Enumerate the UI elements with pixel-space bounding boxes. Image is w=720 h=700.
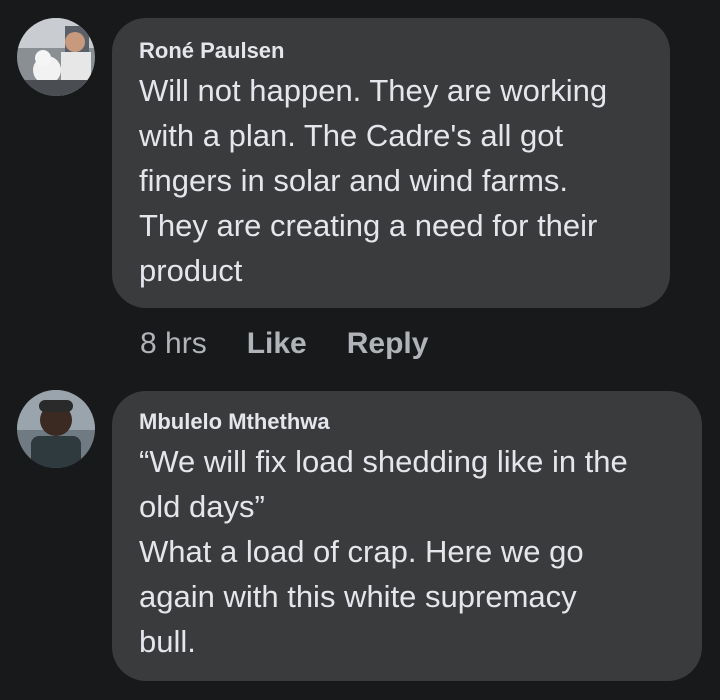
reply-button[interactable]: Reply	[347, 327, 429, 361]
comment-actions: 8 hrs Like Reply	[140, 326, 468, 362]
avatar-mbulelo-mthethwa[interactable]	[17, 390, 95, 468]
avatar-rone-paulsen[interactable]	[17, 18, 95, 96]
comment-timestamp[interactable]: 8 hrs	[140, 327, 207, 361]
comment-bubble: Mbulelo Mthethwa “We will fix load shedd…	[112, 391, 702, 681]
comment-text: Will not happen. They are working with a…	[139, 73, 608, 288]
avatar-photo	[17, 390, 95, 468]
avatar-photo	[17, 18, 95, 96]
comment-author[interactable]: Mbulelo Mthethwa	[139, 409, 676, 435]
like-button[interactable]: Like	[247, 327, 307, 361]
comment-text: “We will fix load shedding like in the o…	[139, 444, 628, 659]
comment-author[interactable]: Roné Paulsen	[139, 38, 644, 64]
comment-bubble: Roné Paulsen Will not happen. They are w…	[112, 18, 670, 308]
